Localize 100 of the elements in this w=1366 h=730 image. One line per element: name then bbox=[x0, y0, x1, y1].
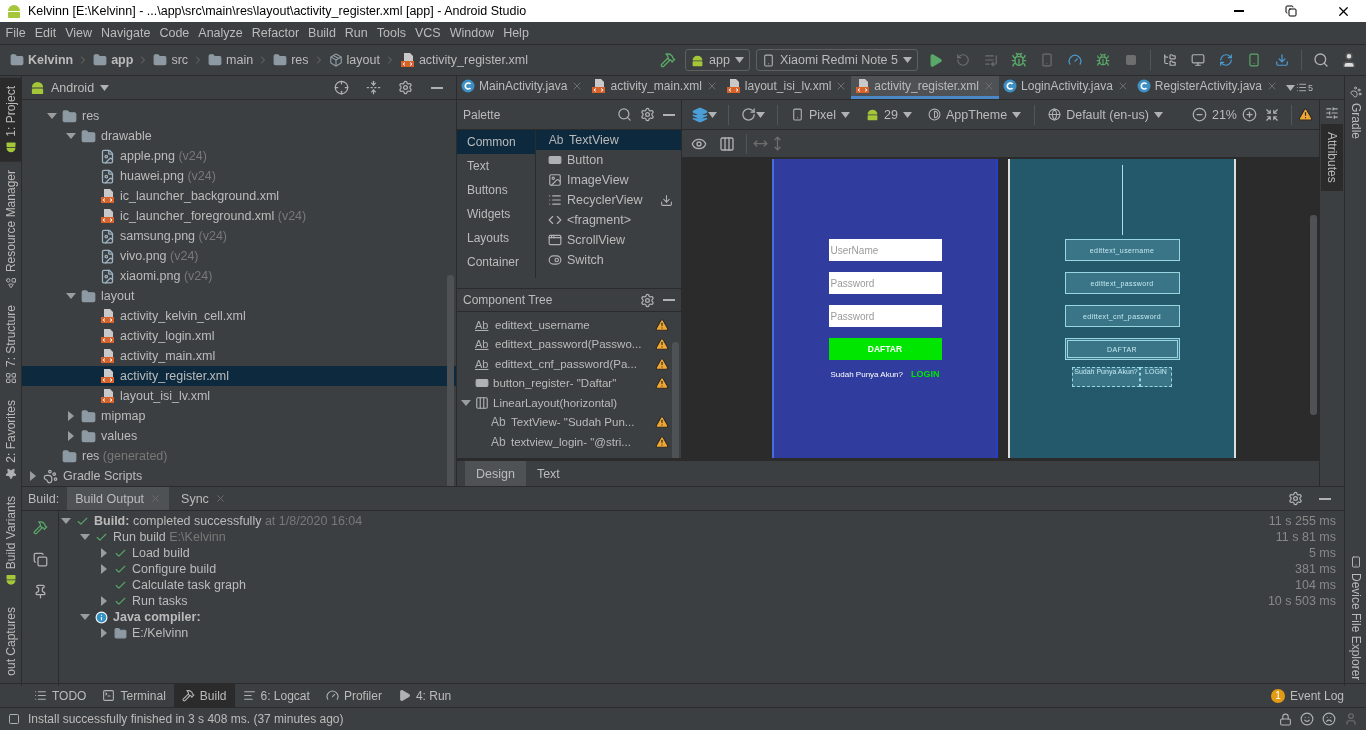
tool-window-button[interactable]: Terminal bbox=[94, 684, 174, 707]
tree-item[interactable]: vivo.png (v24) bbox=[22, 246, 456, 266]
zoom-in-icon[interactable] bbox=[1242, 107, 1257, 122]
tree-item[interactable]: res (generated) bbox=[22, 446, 456, 466]
tree-item[interactable]: layout bbox=[22, 286, 456, 306]
frown-icon[interactable] bbox=[1322, 712, 1336, 726]
tree-item[interactable]: ic_launcher_background.xml bbox=[22, 186, 456, 206]
breadcrumb[interactable]: layout bbox=[326, 53, 382, 67]
run-config-dropdown[interactable]: app bbox=[685, 49, 750, 71]
menu-item[interactable]: Tools bbox=[372, 23, 411, 43]
tree-item[interactable]: samsung.png (v24) bbox=[22, 226, 456, 246]
caret-down-icon[interactable] bbox=[66, 291, 76, 301]
breadcrumb[interactable]: activity_register.xml bbox=[397, 52, 530, 68]
component-item[interactable]: Ab textview_login- "@stri... bbox=[457, 432, 681, 452]
tool-window-tab[interactable]: Device File Explorer bbox=[1344, 548, 1366, 689]
scrollbar[interactable] bbox=[672, 342, 679, 458]
build-tree-item[interactable]: Build: completed successfully at 1/8/2020 16:04 11 s 255 ms bbox=[59, 513, 1344, 529]
caret-down-icon[interactable] bbox=[47, 111, 57, 121]
menu-item[interactable]: VCS bbox=[410, 23, 446, 43]
menu-item[interactable]: Navigate bbox=[96, 23, 155, 43]
editor-tab[interactable]: layout_isi_lv.xml bbox=[721, 76, 852, 99]
event-log-button[interactable]: 1 Event Log bbox=[1264, 687, 1350, 704]
build-tree-item[interactable]: Configure build 381 ms bbox=[59, 561, 1344, 577]
caret-down-icon[interactable] bbox=[66, 131, 76, 141]
palette-item[interactable]: Ab TextView bbox=[536, 130, 681, 150]
component-item[interactable]: button_register- "Daftar" bbox=[457, 373, 681, 393]
tree-item[interactable]: Gradle Scripts bbox=[22, 466, 456, 486]
breadcrumb[interactable]: res bbox=[271, 53, 311, 67]
tree-item[interactable]: activity_register.xml bbox=[22, 366, 456, 386]
tool-window-button[interactable]: TODO bbox=[26, 684, 95, 707]
mode-tab[interactable]: Text bbox=[525, 461, 571, 486]
build-tree-item[interactable]: Run build E:\Kelvinn 11 s 81 ms bbox=[59, 529, 1344, 545]
palette-category[interactable]: Container bbox=[457, 250, 535, 274]
menu-item[interactable]: Refactor bbox=[247, 23, 304, 43]
editor-tab[interactable]: LoginActivity.java bbox=[999, 76, 1133, 99]
tree-item[interactable]: mipmap bbox=[22, 406, 456, 426]
caret-right-icon[interactable] bbox=[66, 411, 76, 421]
input-field[interactable]: UserName bbox=[828, 239, 942, 261]
editor-tab[interactable]: activity_register.xml bbox=[851, 76, 1000, 99]
breadcrumb[interactable]: main bbox=[206, 53, 256, 67]
settings-icon[interactable] bbox=[640, 107, 655, 122]
menu-item[interactable]: Help bbox=[498, 23, 534, 43]
tree-item[interactable]: values bbox=[22, 426, 456, 446]
menu-item[interactable]: View bbox=[60, 23, 97, 43]
tab-overflow-button[interactable]: 5 bbox=[1282, 76, 1318, 99]
tool-window-button[interactable]: 6: Logcat bbox=[234, 684, 318, 707]
tree-item[interactable]: xiaomi.png (v24) bbox=[22, 266, 456, 286]
palette-item[interactable]: Switch bbox=[536, 250, 681, 270]
menu-item[interactable]: Code bbox=[154, 23, 194, 43]
sliders-icon[interactable] bbox=[1325, 106, 1339, 120]
palette-item[interactable]: ScrollView bbox=[536, 230, 681, 250]
component-item[interactable]: Ab edittext_password(Passwo... bbox=[457, 334, 681, 354]
minus-icon[interactable] bbox=[1319, 497, 1331, 500]
breadcrumb[interactable]: Kelvinn bbox=[8, 53, 76, 67]
breadcrumb[interactable]: src bbox=[151, 53, 191, 67]
build-tree-item[interactable]: Run tasks 10 s 503 ms bbox=[59, 593, 1344, 609]
breadcrumb[interactable]: app bbox=[91, 53, 136, 67]
palette-item[interactable]: ImageView bbox=[536, 170, 681, 190]
build-tree-item[interactable]: E:/Kelvinn bbox=[59, 625, 1344, 641]
caret-right-icon[interactable] bbox=[99, 548, 109, 558]
caret-down-icon[interactable] bbox=[461, 397, 471, 408]
device-dropdown[interactable]: Xiaomi Redmi Note 5 bbox=[755, 49, 918, 71]
tool-window-button[interactable]: 4: Run bbox=[389, 684, 460, 707]
input-field[interactable]: Password bbox=[828, 272, 942, 294]
caret-right-icon[interactable] bbox=[99, 596, 109, 606]
tree-item[interactable]: activity_kelvin_cell.xml bbox=[22, 306, 456, 326]
tool-window-tab[interactable]: Attributes bbox=[1321, 124, 1343, 191]
caret-down-icon[interactable] bbox=[61, 516, 71, 526]
warning-icon[interactable] bbox=[1298, 107, 1313, 122]
tool-window-tab[interactable]: Gradle bbox=[1344, 78, 1366, 148]
tool-window-button[interactable]: Build bbox=[173, 684, 235, 707]
menu-item[interactable]: File bbox=[1, 23, 31, 43]
palette-category[interactable]: Widgets bbox=[457, 202, 535, 226]
tree-item[interactable]: ic_launcher_foreground.xml (v24) bbox=[22, 206, 456, 226]
minus-icon[interactable] bbox=[431, 86, 443, 89]
component-item[interactable]: Ab edittext_username bbox=[457, 315, 681, 335]
tool-window-tab[interactable]: Build Variants bbox=[0, 488, 22, 595]
menu-item[interactable]: Run bbox=[340, 23, 373, 43]
menu-item[interactable]: Edit bbox=[30, 23, 61, 43]
caret-right-icon[interactable] bbox=[99, 628, 109, 638]
palette-category[interactable]: Common bbox=[457, 130, 535, 154]
settings-icon[interactable] bbox=[640, 292, 655, 308]
tree-item[interactable]: apple.png (v24) bbox=[22, 146, 456, 166]
build-tree-item[interactable]: Load build 5 ms bbox=[59, 545, 1344, 561]
zoom-out-icon[interactable] bbox=[1191, 107, 1207, 122]
tree-item[interactable]: activity_main.xml bbox=[22, 346, 456, 366]
component-item[interactable]: Ab edittext_cnf_password(Pa... bbox=[457, 354, 681, 374]
tool-window-tab[interactable]: 7: Structure bbox=[0, 296, 22, 392]
mode-tab[interactable]: Design bbox=[465, 461, 526, 486]
palette-category[interactable]: Buttons bbox=[457, 178, 535, 202]
component-item[interactable]: LinearLayout(horizontal) bbox=[457, 393, 681, 413]
search-icon[interactable] bbox=[617, 107, 632, 122]
input-field[interactable]: Password bbox=[828, 305, 942, 327]
smile-icon[interactable] bbox=[1300, 712, 1314, 726]
editor-tab[interactable]: RegisterActivity.java bbox=[1132, 76, 1282, 99]
lock-icon[interactable] bbox=[1279, 712, 1292, 726]
panel-tab[interactable]: Build Output bbox=[67, 487, 170, 510]
palette-category[interactable]: Layouts bbox=[457, 226, 535, 250]
scrollbar[interactable] bbox=[1310, 215, 1317, 415]
panel-tab[interactable]: Sync bbox=[173, 487, 234, 510]
